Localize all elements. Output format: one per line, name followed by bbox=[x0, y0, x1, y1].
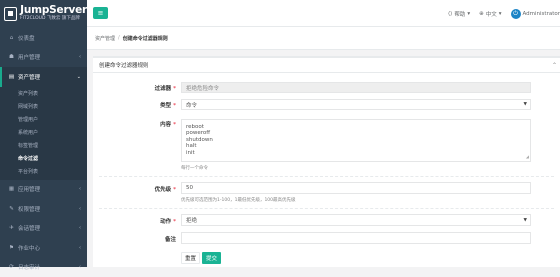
sidebar-item-assets[interactable]: ▤ 资产管理 ⌄ bbox=[0, 67, 87, 87]
sidebar-item-dashboard[interactable]: ⌂ 仪表盘 bbox=[0, 28, 87, 48]
filter-value: 拒绝危险命令 bbox=[186, 84, 219, 92]
type-value: 命令 bbox=[186, 101, 197, 109]
sidebar: JumpServer FIT2CLOUD 飞致云 旗下品牌 ⌂ 仪表盘 ☗ 用户… bbox=[0, 0, 87, 267]
sidebar-item-label: 权限管理 bbox=[18, 205, 40, 213]
brand-subtitle: FIT2CLOUD 飞致云 旗下品牌 bbox=[20, 16, 87, 22]
content-line: init bbox=[186, 150, 195, 156]
sidebar-subitem-asset-list[interactable]: 资产列表 bbox=[0, 87, 87, 100]
user-menu[interactable]: ⏻ Administrator bbox=[511, 9, 560, 19]
assets-icon: ▤ bbox=[8, 74, 15, 80]
sidebar-item-audit[interactable]: ⟳ 日志审计 ‹ bbox=[0, 258, 87, 277]
help-menu[interactable]: ⟨⟩ 帮助 ▾ bbox=[448, 10, 470, 18]
sessions-icon: ✈ bbox=[8, 225, 15, 231]
globe-icon: ⊕ bbox=[479, 11, 484, 17]
chevron-left-icon: ‹ bbox=[79, 225, 81, 231]
chevron-down-icon: ▾ bbox=[467, 11, 470, 17]
comment-input[interactable] bbox=[181, 232, 531, 244]
sidebar-subitem-command-filters[interactable]: 命令过滤 bbox=[0, 152, 87, 165]
dropdown-arrow-icon: ▼ bbox=[524, 218, 527, 223]
content-textarea[interactable]: reboot poweroff shutdown halt init ◢ bbox=[181, 119, 531, 162]
jumpserver-logo-icon bbox=[4, 7, 17, 21]
comment-label: 备注 bbox=[93, 235, 176, 243]
content-help: 每行一个命令 bbox=[181, 165, 208, 171]
priority-value: 50 bbox=[186, 185, 193, 191]
filter-select: 拒绝危险命令 bbox=[181, 82, 531, 93]
breadcrumb-parent[interactable]: 资产管理 bbox=[95, 35, 115, 42]
chevron-down-icon: ▾ bbox=[499, 11, 502, 17]
help-label: 帮助 bbox=[454, 10, 465, 18]
username: Administrator bbox=[523, 11, 560, 17]
divider bbox=[99, 176, 554, 177]
jobs-icon: ⚑ bbox=[8, 245, 15, 251]
sidebar-item-applications[interactable]: ▦ 应用管理 ‹ bbox=[0, 180, 87, 200]
sidebar-item-label: 应用管理 bbox=[18, 185, 40, 193]
breadcrumb-current: 创建命令过滤器规则 bbox=[123, 35, 168, 42]
chevron-left-icon: ‹ bbox=[79, 206, 81, 212]
breadcrumb-separator: / bbox=[118, 35, 120, 41]
action-select[interactable]: 拒绝 ▼ bbox=[181, 214, 531, 226]
filter-label: 过滤器* bbox=[93, 84, 176, 92]
panel-header: 创建命令过滤器规则 ⌃ bbox=[93, 58, 560, 73]
avatar: ⏻ bbox=[511, 9, 521, 19]
sidebar-subitem-system-users[interactable]: 系统用户 bbox=[0, 126, 87, 139]
users-icon: ☗ bbox=[8, 54, 15, 60]
divider bbox=[99, 208, 554, 209]
sidebar-subitem-labels[interactable]: 标签管理 bbox=[0, 139, 87, 152]
form-panel: 创建命令过滤器规则 ⌃ 过滤器* 拒绝危险命令 类型* 命令 ▼ 内容* reb… bbox=[93, 56, 560, 267]
reset-button[interactable]: 重置 bbox=[181, 252, 200, 264]
sidebar-item-label: 会话管理 bbox=[18, 224, 40, 232]
sidebar-subitem-domain-list[interactable]: 网域列表 bbox=[0, 100, 87, 113]
priority-help: 优先级可选范围为1-100，1最低优先级，100最高优先级 bbox=[181, 197, 296, 203]
submit-button[interactable]: 提交 bbox=[202, 252, 221, 264]
assets-submenu: 资产列表 网域列表 管理用户 系统用户 标签管理 命令过滤 平台列表 bbox=[0, 87, 87, 180]
language-label: 中文 bbox=[486, 10, 497, 18]
panel-title: 创建命令过滤器规则 bbox=[99, 61, 149, 69]
collapse-icon[interactable]: ⌃ bbox=[552, 62, 557, 69]
sidebar-item-label: 仪表盘 bbox=[18, 34, 35, 42]
chevron-left-icon: ‹ bbox=[79, 245, 81, 251]
sidebar-item-permissions[interactable]: ✎ 权限管理 ‹ bbox=[0, 199, 87, 219]
content-label: 内容* bbox=[93, 120, 176, 128]
dropdown-arrow-icon: ▼ bbox=[524, 102, 527, 107]
sidebar-item-jobs[interactable]: ⚑ 作业中心 ‹ bbox=[0, 238, 87, 258]
logo[interactable]: JumpServer FIT2CLOUD 飞致云 旗下品牌 bbox=[0, 0, 87, 27]
topbar: ≡ ⟨⟩ 帮助 ▾ ⊕ 中文 ▾ ⏻ Administrator bbox=[87, 0, 560, 27]
dashboard-icon: ⌂ bbox=[8, 35, 15, 41]
sidebar-item-sessions[interactable]: ✈ 会话管理 ‹ bbox=[0, 219, 87, 239]
sidebar-subitem-platforms[interactable]: 平台列表 bbox=[0, 165, 87, 178]
sidebar-item-label: 作业中心 bbox=[18, 244, 40, 252]
sidebar-item-users[interactable]: ☗ 用户管理 ‹ bbox=[0, 48, 87, 68]
chevron-left-icon: ‹ bbox=[79, 264, 81, 270]
breadcrumb: 资产管理 / 创建命令过滤器规则 bbox=[87, 27, 560, 50]
resize-handle-icon[interactable]: ◢ bbox=[526, 154, 529, 160]
permissions-icon: ✎ bbox=[8, 206, 15, 212]
help-icon: ⟨⟩ bbox=[448, 11, 452, 17]
apps-icon: ▦ bbox=[8, 186, 15, 192]
sidebar-item-label: 日志审计 bbox=[18, 263, 40, 271]
sidebar-subitem-admin-users[interactable]: 管理用户 bbox=[0, 113, 87, 126]
type-label: 类型* bbox=[93, 101, 176, 109]
chevron-left-icon: ‹ bbox=[79, 54, 81, 60]
chevron-down-icon: ⌄ bbox=[77, 74, 81, 80]
type-select[interactable]: 命令 ▼ bbox=[181, 99, 531, 110]
sidebar-item-label: 用户管理 bbox=[18, 53, 40, 61]
priority-label: 优先级* bbox=[93, 185, 176, 193]
priority-input[interactable]: 50 bbox=[181, 182, 531, 194]
audit-icon: ⟳ bbox=[8, 264, 15, 270]
language-menu[interactable]: ⊕ 中文 ▾ bbox=[479, 10, 501, 18]
menu-toggle-icon[interactable]: ≡ bbox=[93, 7, 108, 19]
chevron-left-icon: ‹ bbox=[79, 186, 81, 192]
action-value: 拒绝 bbox=[186, 216, 197, 224]
action-label: 动作* bbox=[93, 217, 176, 225]
brand-title: JumpServer bbox=[20, 5, 87, 16]
sidebar-item-label: 资产管理 bbox=[18, 73, 40, 81]
